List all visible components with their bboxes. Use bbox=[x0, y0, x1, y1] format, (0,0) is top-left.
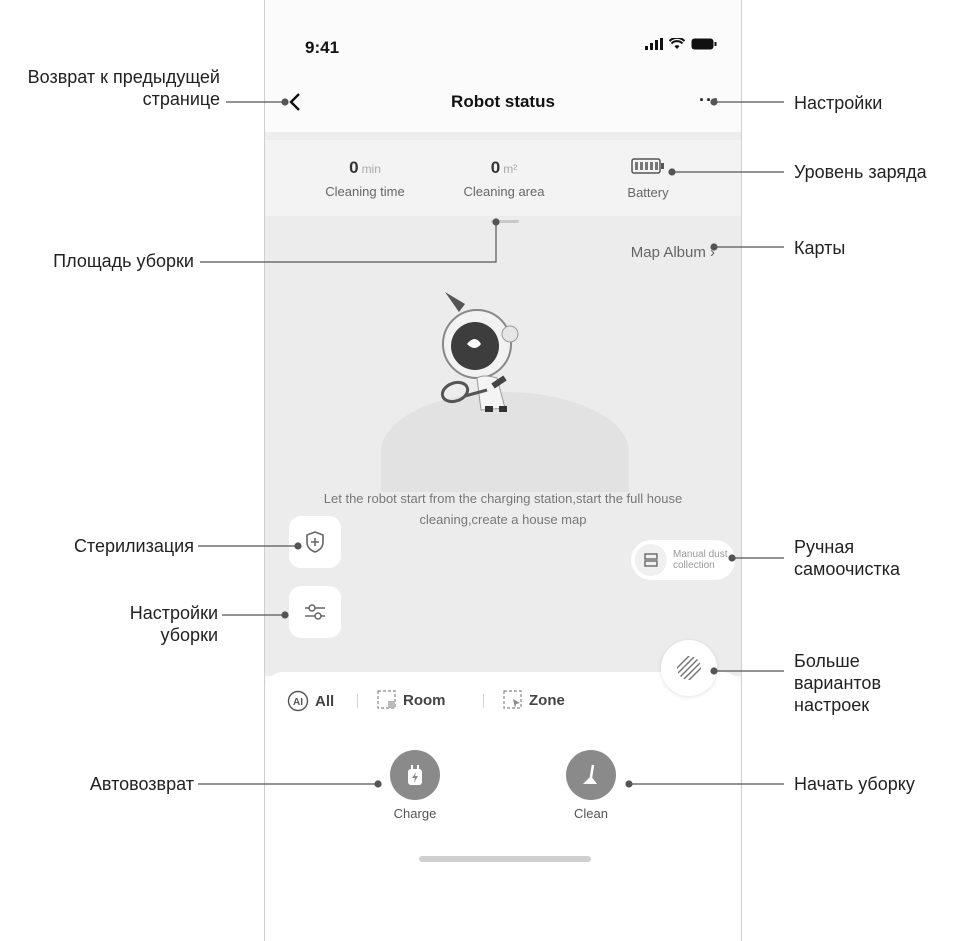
annotation-battery: Уровень заряда bbox=[794, 162, 927, 182]
annotation-settings: Настройки bbox=[794, 93, 883, 113]
annotation-maps: Карты bbox=[794, 238, 846, 258]
annotation-lines bbox=[198, 98, 784, 788]
annotation-area: Площадь уборки bbox=[53, 251, 194, 271]
annotation-auto-return: Автовозврат bbox=[89, 774, 194, 794]
annotation-more-options: Больше вариантов настроек bbox=[794, 651, 882, 715]
annotation-cleaning-settings: Настройки уборки bbox=[129, 603, 218, 645]
annotation-start-cleaning: Начать уборку bbox=[794, 774, 915, 794]
annotation-manual-dust: Ручная самоочистка bbox=[794, 537, 900, 579]
annotation-sterilization: Стерилизация bbox=[73, 536, 194, 556]
annotation-back: Возврат к предыдущей странице bbox=[27, 67, 220, 109]
